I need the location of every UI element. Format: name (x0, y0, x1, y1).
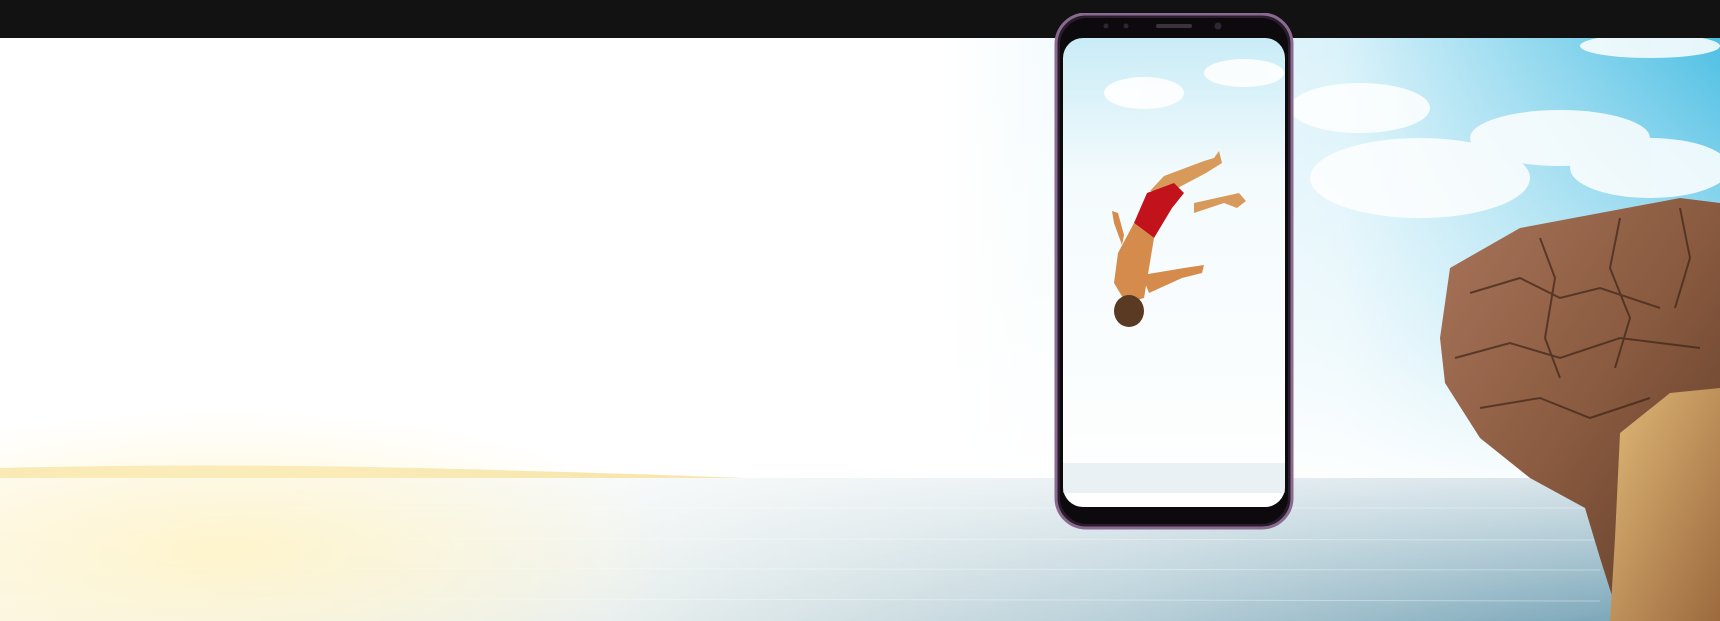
hero-banner (0, 38, 1720, 621)
phone-speaker (1156, 24, 1192, 28)
top-bar (0, 0, 1720, 38)
camera-icon (1214, 22, 1222, 30)
phone-icon (1054, 12, 1294, 530)
